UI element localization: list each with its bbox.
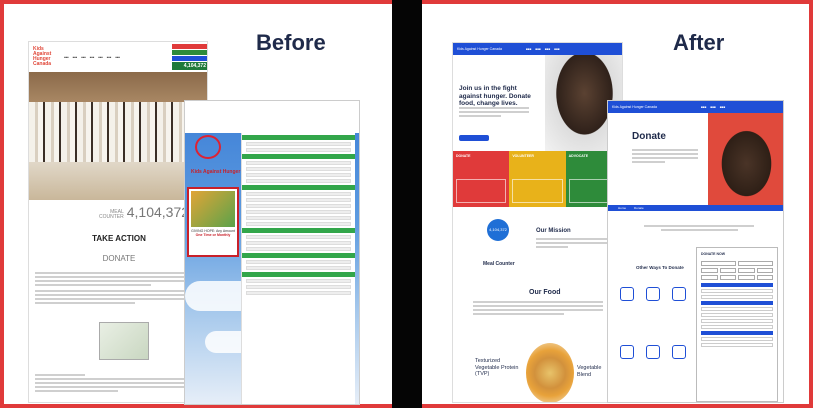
before-footer-text bbox=[35, 374, 201, 394]
mission-heading: Our Mission bbox=[536, 228, 571, 234]
tile-donate[interactable]: DONATE bbox=[453, 151, 510, 207]
donate-tabs: Home Donate bbox=[608, 205, 783, 211]
before-header-buttons bbox=[172, 44, 207, 62]
before-homepage-screenshot: Kids Against Hunger Canada ■■■ ■■■ ■■■ ■■■ ■… bbox=[28, 41, 208, 403]
before-donate-screenshot: Kids Against Hunger GIVING HOPE: Any Amo… bbox=[184, 100, 360, 405]
donate-heading: DONATE bbox=[102, 254, 136, 263]
center-divider bbox=[392, 0, 422, 408]
before-heading: Before bbox=[256, 30, 326, 55]
donate-child-photo bbox=[708, 113, 783, 205]
tile-volunteer[interactable]: VOLUNTEER bbox=[509, 151, 566, 207]
after-nav: Kids Against Hunger Canada ■■■ ■■■ ■■■ ■■■ bbox=[453, 43, 622, 55]
before-meal-counter: MEAL COUNTER 4,104,372 bbox=[99, 204, 190, 220]
food-bowl-image bbox=[526, 343, 574, 402]
giving-hope-image bbox=[191, 191, 235, 227]
donate-hero: Donate bbox=[608, 113, 783, 205]
before-donate-brand: Kids Against Hunger bbox=[191, 169, 241, 175]
icon-partner[interactable] bbox=[646, 345, 660, 359]
our-food-heading: Our Food bbox=[529, 289, 561, 296]
tab-home[interactable]: Home bbox=[618, 206, 626, 210]
before-body-text bbox=[35, 272, 201, 306]
heart-logo-icon bbox=[195, 135, 221, 159]
icon-gift[interactable] bbox=[672, 287, 686, 301]
meal-counter-circle: 4,104,372 bbox=[487, 219, 509, 241]
action-tiles: DONATE VOLUNTEER ADVOCATE bbox=[453, 151, 622, 207]
after-heading: After bbox=[673, 30, 725, 55]
take-action-heading: TAKE ACTION bbox=[92, 234, 146, 243]
before-donate-form bbox=[241, 133, 355, 404]
icon-cheque[interactable] bbox=[646, 287, 660, 301]
other-ways-heading: Other Ways To Donate bbox=[636, 265, 684, 270]
veg-blend-label: Vegetable Blend bbox=[577, 365, 602, 378]
after-homepage-screenshot: Kids Against Hunger Canada ■■■ ■■■ ■■■ ■■■ … bbox=[452, 42, 623, 403]
before-small-image bbox=[99, 322, 149, 360]
donate-now-form: DONATE NOW bbox=[696, 247, 778, 402]
icon-monthly[interactable] bbox=[620, 287, 634, 301]
before-nav: ■■■ ■■■ ■■■ ■■■ ■■■ ■■■ ■■■ bbox=[64, 55, 120, 59]
tab-donate[interactable]: Donate bbox=[634, 206, 644, 210]
before-logo: Kids Against Hunger Canada bbox=[33, 46, 52, 67]
after-donate-screenshot: Kids Against Hunger Canada ■■■ ■■■ ■■■ Don… bbox=[607, 100, 784, 403]
after-hero: Join us in the fight against hunger. Don… bbox=[453, 55, 622, 151]
icon-handshake[interactable] bbox=[620, 345, 634, 359]
after-donate-nav: Kids Against Hunger Canada ■■■ ■■■ ■■■ bbox=[608, 101, 783, 113]
volunteer-group-photo bbox=[29, 72, 207, 200]
before-donate-topbar bbox=[185, 101, 359, 133]
before-meal-counter-value: 4,104,372 bbox=[126, 204, 190, 220]
icon-package[interactable] bbox=[672, 345, 686, 359]
giving-hope-box: GIVING HOPE: Any Amount One Time or Mont… bbox=[187, 187, 239, 257]
tvp-label: Texturized Vegetable Protein (TVP) bbox=[475, 358, 519, 377]
donate-title: Donate bbox=[632, 131, 666, 142]
before-header-counter: 4,104,372 bbox=[172, 62, 207, 70]
hero-cta-button[interactable] bbox=[459, 135, 489, 141]
meal-counter-label: Meal Counter bbox=[483, 261, 515, 267]
after-hero-title: Join us in the fight against hunger. Don… bbox=[459, 85, 531, 107]
